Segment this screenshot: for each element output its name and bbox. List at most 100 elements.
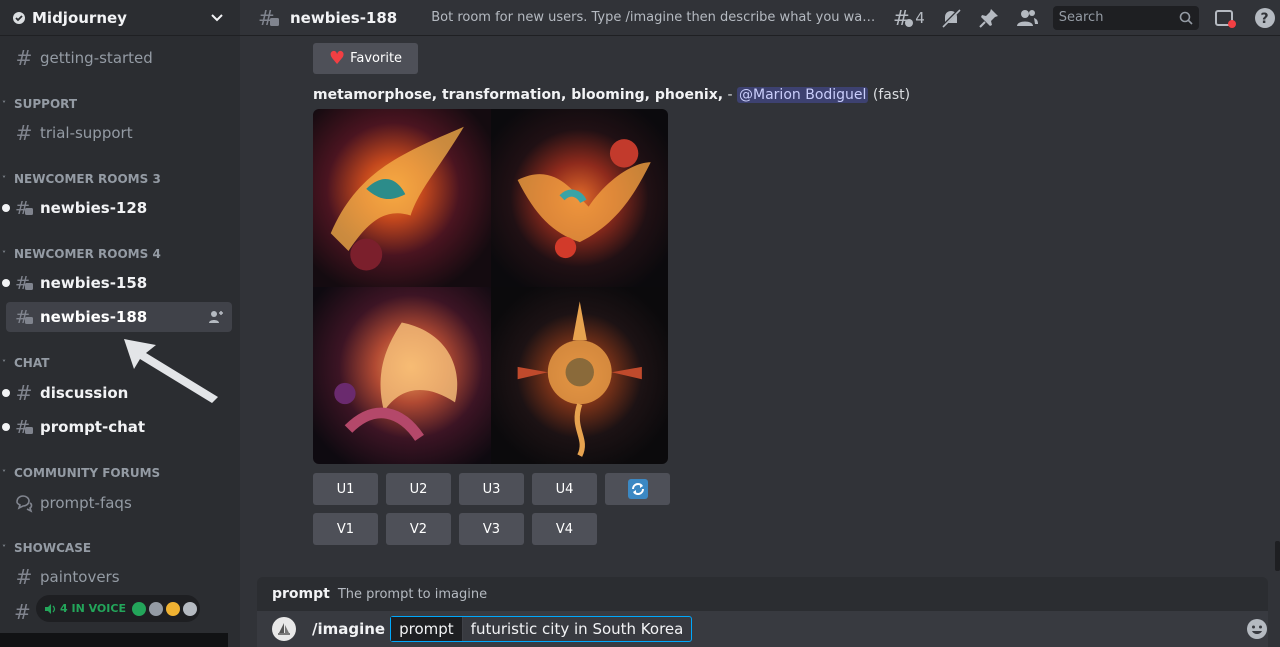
variation-button-1[interactable]: V1 [313, 513, 378, 545]
channel-newbies-128[interactable]: # newbies-128 [2, 193, 232, 223]
forum-icon [16, 495, 33, 513]
thread-hash-icon: # [15, 417, 33, 437]
thread-hash-icon: # [15, 307, 33, 327]
category-chat[interactable]: ˅ CHAT [0, 356, 49, 370]
chevron-down-icon: ˅ [2, 249, 6, 259]
generated-image-1[interactable] [313, 109, 491, 287]
slash-command: /imagine [312, 620, 386, 638]
chevron-down-icon[interactable] [210, 11, 224, 25]
verified-check-icon [13, 11, 25, 24]
invite-user-icon[interactable] [208, 309, 224, 325]
message-area: ♥ Favorite metamorphose, transformation,… [240, 36, 1280, 647]
channel-prompt-chat[interactable]: # prompt-chat [2, 412, 232, 442]
search-input[interactable]: Search [1052, 5, 1199, 30]
generated-image-2[interactable] [490, 109, 668, 287]
prompt-text: metamorphose, transformation, blooming, … [313, 87, 724, 103]
chevron-down-icon: ˅ [2, 99, 6, 109]
channel-label: newbies-188 [40, 308, 148, 326]
category-community-forums[interactable]: ˅ COMMUNITY FORUMS [0, 466, 160, 480]
favorite-label: Favorite [350, 51, 403, 66]
phoenix-illustration [330, 126, 464, 271]
separator: - [723, 87, 738, 103]
mode-label: (fast) [872, 87, 911, 103]
upscale-button-3[interactable]: U3 [459, 473, 524, 505]
upscale-button-2[interactable]: U2 [386, 473, 451, 505]
voice-count: 4 IN VOICE [60, 602, 126, 615]
hash-icon: # [15, 565, 33, 589]
category-newcomer-rooms-4[interactable]: ˅ NEWCOMER ROOMS 4 [0, 247, 161, 261]
channel-label: prompt-faqs [40, 494, 132, 512]
generated-image-3[interactable] [313, 286, 491, 464]
members-icon[interactable] [1015, 6, 1039, 30]
unread-dot [2, 423, 10, 431]
server-name: Midjourney [32, 8, 127, 27]
variation-button-2[interactable]: V2 [386, 513, 451, 545]
unread-dot [2, 204, 10, 212]
chevron-down-icon: ˅ [2, 543, 6, 553]
user-mention[interactable]: @Marion Bodiguel [737, 87, 869, 103]
pin-icon[interactable] [977, 6, 1001, 30]
option-name: prompt [272, 586, 330, 602]
threads-button[interactable]: # 4 [893, 7, 925, 29]
refresh-icon [627, 479, 648, 499]
hash-icon: # [15, 46, 33, 70]
chevron-down-icon: ˅ [2, 174, 6, 184]
inbox-icon[interactable] [1213, 6, 1237, 30]
channel-newbies-188[interactable]: # newbies-188 [6, 302, 232, 332]
thread-hash-icon: # [15, 273, 33, 293]
avatar [182, 601, 197, 616]
sailboat-icon [278, 623, 290, 635]
thread-hash-icon: # [15, 198, 33, 218]
category-support[interactable]: ˅ SUPPORT [0, 97, 77, 111]
generated-image-4[interactable] [490, 286, 668, 464]
avatar [148, 601, 163, 616]
hash-icon: # [15, 381, 33, 405]
phoenix-illustration [334, 322, 458, 441]
svg-text:?: ? [1260, 11, 1268, 27]
server-header[interactable]: Midjourney [0, 0, 240, 36]
phoenix-illustration [517, 300, 642, 457]
channel-label: getting-started [40, 49, 153, 67]
unread-dot [2, 279, 10, 287]
chevron-down-icon: ˅ [2, 358, 6, 368]
image-grid[interactable] [313, 109, 668, 464]
upscale-button-4[interactable]: U4 [532, 473, 597, 505]
scrollbar-thumb[interactable] [1275, 541, 1280, 571]
channel-getting-started[interactable]: # getting-started [6, 43, 232, 73]
reroll-button[interactable] [605, 473, 670, 505]
channel-header: # newbies-188 Bot room for new users. Ty… [240, 0, 1280, 36]
channel-trial-support[interactable]: # trial-support [6, 118, 232, 148]
option-key: prompt [391, 617, 463, 641]
category-label: CHAT [14, 356, 50, 370]
channel-sidebar: Midjourney # getting-started ˅ SUPPORT #… [0, 0, 240, 647]
channel-paintovers[interactable]: # paintovers [6, 562, 232, 592]
search-placeholder: Search [1058, 10, 1104, 25]
notification-muted-icon[interactable] [939, 6, 963, 30]
channel-topic[interactable]: Bot room for new users. Type /imagine th… [431, 10, 877, 25]
threads-icon: # [893, 7, 914, 29]
prompt-input[interactable]: futuristic city in South Korea [463, 620, 692, 638]
channel-newbies-158[interactable]: # newbies-158 [2, 268, 232, 298]
unread-dot [2, 389, 10, 397]
prompt-option-field[interactable]: prompt futuristic city in South Korea [390, 616, 693, 642]
channel-title: newbies-188 [290, 8, 398, 27]
category-label: SUPPORT [14, 97, 78, 111]
thread-hash-icon: # [258, 7, 279, 29]
voice-activity-pill[interactable]: 4 IN VOICE [36, 595, 200, 622]
category-label: SHOWCASE [14, 541, 92, 555]
command-option-hint: prompt The prompt to imagine [257, 577, 1268, 611]
upscale-button-1[interactable]: U1 [313, 473, 378, 505]
channel-label: paintovers [40, 568, 120, 586]
emoji-icon[interactable] [1245, 617, 1269, 641]
message-composer[interactable]: /imagine prompt futuristic city in South… [257, 611, 1268, 647]
favorite-button[interactable]: ♥ Favorite [313, 43, 418, 74]
voice-avatars [131, 601, 200, 616]
category-showcase[interactable]: ˅ SHOWCASE [0, 541, 91, 555]
channel-hidden[interactable]: # [6, 597, 36, 627]
category-newcomer-rooms-3[interactable]: ˅ NEWCOMER ROOMS 3 [0, 172, 161, 186]
help-icon[interactable]: ? [1253, 6, 1277, 30]
variation-button-3[interactable]: V3 [459, 513, 524, 545]
variation-button-4[interactable]: V4 [532, 513, 597, 545]
channel-prompt-faqs[interactable]: prompt-faqs [6, 488, 232, 518]
category-label: NEWCOMER ROOMS 3 [14, 172, 161, 186]
